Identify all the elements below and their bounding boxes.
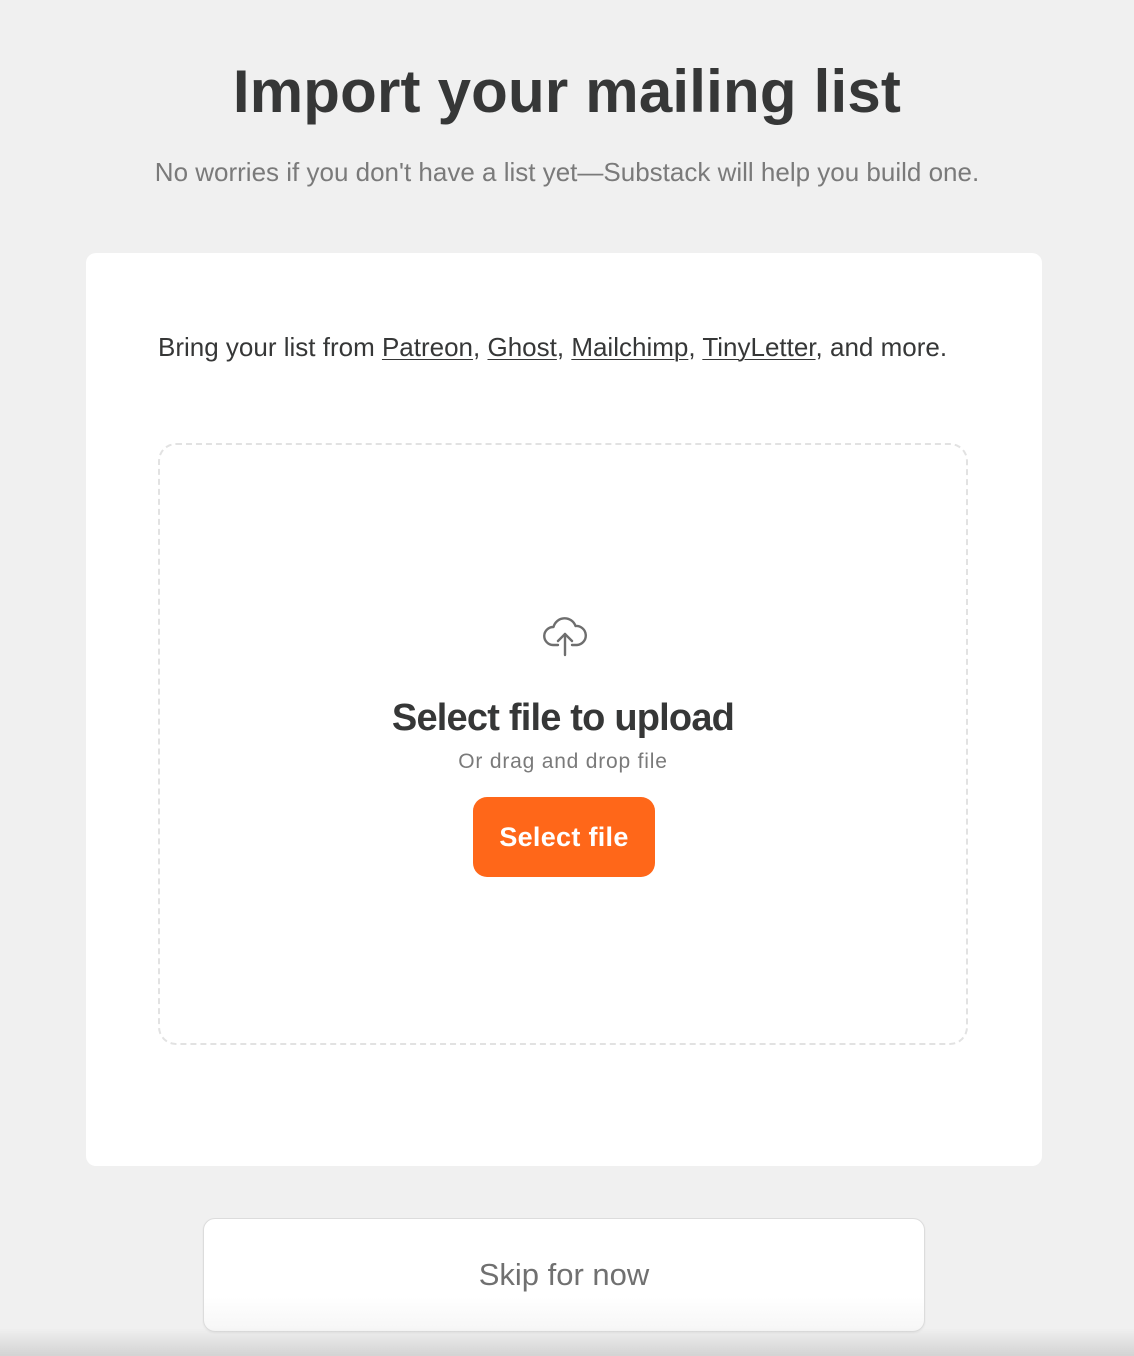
page-subtitle: No worries if you don't have a list yet—… [154, 157, 980, 187]
cloud-upload-icon [542, 615, 588, 657]
page: Import your mailing list No worries if y… [0, 0, 1134, 1356]
dropzone-title: Select file to upload [391, 697, 735, 739]
ghost-link[interactable]: Ghost [487, 332, 556, 362]
file-dropzone[interactable]: Select file to upload Or drag and drop f… [158, 443, 968, 1045]
select-file-button[interactable]: Select file [473, 797, 655, 877]
dropzone-subtitle: Or drag and drop file [458, 750, 668, 773]
intro-separator: , [688, 332, 703, 362]
intro-separator: , [473, 332, 488, 362]
import-intro-text: Bring your list from Patreon, Ghost, Mai… [158, 325, 958, 370]
intro-separator: , [556, 332, 572, 362]
import-card: Bring your list from Patreon, Ghost, Mai… [86, 253, 1042, 1166]
page-title: Import your mailing list [232, 58, 902, 125]
intro-prefix: Bring your list from [158, 332, 382, 362]
tinyletter-link[interactable]: TinyLetter [702, 332, 815, 362]
skip-for-now-button[interactable]: Skip for now [203, 1218, 925, 1332]
mailchimp-link[interactable]: Mailchimp [571, 332, 688, 362]
patreon-link[interactable]: Patreon [382, 332, 473, 362]
intro-suffix: , and more. [815, 332, 948, 362]
